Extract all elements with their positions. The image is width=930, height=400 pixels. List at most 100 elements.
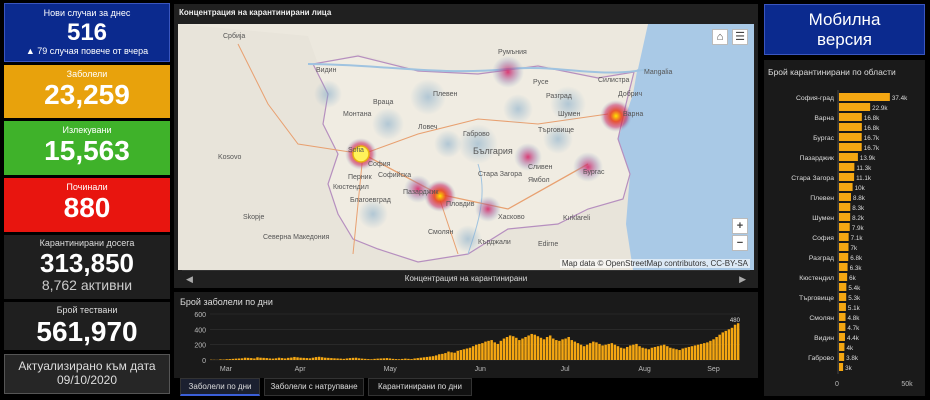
category-label: Шумен	[812, 215, 834, 222]
daily-bar	[703, 343, 706, 360]
map-label: Сливен	[528, 164, 553, 171]
daily-bar	[348, 358, 352, 360]
daily-bar	[548, 335, 552, 360]
recovered-value: 15,563	[44, 135, 130, 166]
daily-bar	[524, 337, 527, 360]
daily-bar	[613, 344, 617, 360]
bar-value-label: 16.8k	[864, 115, 880, 122]
daily-bar	[598, 343, 601, 360]
category-label: София-град	[796, 95, 834, 102]
map-pager-label: Концентрация на карантинирани	[404, 274, 528, 283]
daily-bar	[354, 357, 358, 360]
daily-bar	[539, 337, 543, 360]
daily-bar	[505, 337, 509, 360]
province-bar	[839, 323, 846, 331]
legend-list-icon[interactable]: ☰	[732, 29, 748, 45]
x-tick-label: May	[384, 366, 398, 373]
recovered-label: Излекувани	[62, 125, 112, 135]
daily-bar	[333, 358, 336, 360]
tab-cumulative-cases[interactable]: Заболели с натрупване	[264, 378, 364, 396]
mobile-version-button[interactable]: Мобилна версия	[764, 4, 925, 55]
tests-label: Брой тествани	[56, 305, 118, 315]
category-label: Варна	[814, 115, 834, 122]
daily-cases-chart[interactable]: 0 200 400 600 480 Mar Apr May Jun Jul Aug Sep	[174, 292, 758, 378]
province-bar	[839, 343, 845, 351]
tab-daily-cases[interactable]: Заболели по дни	[180, 378, 260, 396]
bar-value-label: 10k	[855, 185, 866, 192]
map-label: Търговище	[538, 127, 574, 134]
province-bar	[839, 313, 846, 321]
daily-bar	[564, 338, 567, 360]
daily-bar	[533, 334, 537, 360]
prev-arrow-icon[interactable]: ◀	[186, 271, 193, 287]
bar-value-label: 4.8k	[848, 315, 861, 322]
daily-bar	[622, 348, 626, 360]
daily-bar	[447, 351, 450, 360]
map-label: Смолян	[428, 229, 453, 236]
tests-value: 561,970	[36, 316, 138, 347]
daily-bar	[468, 347, 472, 360]
daily-bar	[681, 348, 684, 360]
daily-bar	[302, 357, 305, 360]
daily-bar	[604, 344, 607, 360]
daily-bar	[441, 353, 444, 360]
bar-value-label: 7k	[851, 245, 859, 252]
daily-bar	[669, 347, 672, 360]
daily-bar	[736, 323, 740, 360]
x-tick-label: Apr	[295, 366, 307, 373]
recovered-tile: Излекувани 15,563	[4, 121, 170, 175]
map-label: България	[473, 146, 513, 156]
daily-bar	[690, 346, 694, 360]
daily-bar	[243, 357, 247, 360]
daily-bar	[496, 343, 500, 360]
daily-bar	[394, 359, 398, 360]
province-bar	[839, 143, 862, 151]
bar-value-label: 37.4k	[892, 95, 908, 102]
zoom-out-button[interactable]: −	[732, 235, 748, 251]
province-bar	[839, 283, 847, 291]
category-label: Разград	[809, 255, 834, 262]
bar-value-label: 16.7k	[864, 145, 880, 152]
bar-value-label: 13.9k	[860, 155, 876, 162]
daily-bar	[561, 339, 564, 360]
daily-bar	[225, 359, 228, 360]
category-label: Кюстендил	[799, 275, 834, 282]
quarantined-value: 313,850	[40, 248, 134, 278]
daily-bar	[515, 337, 518, 360]
category-label: Търговище	[799, 295, 834, 302]
new-cases-tile: Нови случаи за днес 516 ▲ 79 случая пове…	[4, 3, 170, 62]
daily-bar	[545, 337, 549, 360]
home-icon[interactable]: ⌂	[712, 29, 728, 45]
map-label: Перник	[348, 174, 373, 181]
map-label: Габрово	[463, 130, 490, 138]
province-quarantine-chart[interactable]: 37.4k 22.9k 16.8k 16.8k 16.7k 16.7k 13.9k 11.3k…	[764, 60, 925, 396]
tab-daily-quarantined[interactable]: Карантинирани по дни	[368, 378, 472, 396]
province-bar	[839, 333, 845, 341]
daily-bar	[502, 338, 506, 360]
daily-bar	[644, 348, 647, 360]
daily-bar	[296, 357, 299, 360]
daily-bar	[530, 333, 533, 360]
daily-bar	[733, 324, 737, 360]
daily-bar	[589, 343, 592, 360]
daily-bar	[570, 340, 574, 360]
daily-bar	[283, 358, 287, 360]
daily-bar	[552, 338, 555, 360]
province-bar	[839, 293, 847, 301]
next-arrow-icon[interactable]: ▶	[739, 271, 746, 287]
daily-bar	[721, 332, 724, 360]
daily-bar	[246, 357, 250, 360]
daily-bar	[351, 357, 355, 360]
daily-bar	[324, 357, 327, 360]
map-title: Концентрация на карантинирани лица	[179, 8, 332, 17]
daily-bar	[360, 358, 364, 360]
zoom-in-button[interactable]: +	[732, 218, 748, 234]
new-cases-value: 516	[66, 19, 108, 46]
daily-bar	[231, 358, 235, 360]
category-label: Габрово	[808, 354, 834, 362]
daily-bar	[656, 346, 660, 360]
quarantine-heat-map[interactable]: Србија Румъния Плевен Враца Русе Видин Л…	[178, 24, 754, 270]
daily-bar	[234, 358, 238, 360]
daily-bar	[336, 358, 339, 360]
daily-bar	[410, 359, 413, 360]
